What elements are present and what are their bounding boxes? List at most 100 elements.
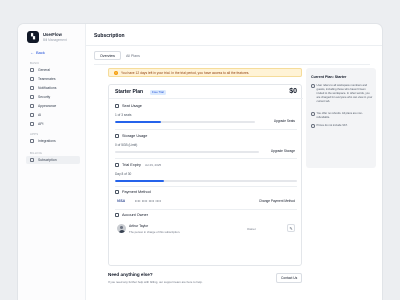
info-item: User refers to all workspace members and… xyxy=(311,84,373,104)
back-label: Back xyxy=(36,50,45,55)
sidebar-item-security[interactable]: Security xyxy=(26,93,80,101)
section-divider xyxy=(115,158,297,159)
warning-icon: ! xyxy=(114,70,118,75)
brand-name: UserFlow xyxy=(43,32,62,37)
help-title: Need anything else? xyxy=(108,272,153,277)
plan-price: $0 xyxy=(289,88,297,95)
sidebar-item-label: Integrations xyxy=(38,139,56,143)
visa-logo: VISA xyxy=(117,199,125,203)
users-icon xyxy=(30,77,34,81)
storage-usage-title: Storage Usage xyxy=(115,134,147,138)
storage-usage-label: Storage Usage xyxy=(122,134,148,138)
owner-description: The person in charge of this subscriptio… xyxy=(129,230,181,234)
plan-info-panel: Current Plan: Starter User refers to all… xyxy=(306,68,376,168)
tab-all-plans[interactable]: All Plans xyxy=(121,51,145,60)
seat-usage-bar xyxy=(115,121,255,123)
trial-expiry-date: Jul 29, 2025 xyxy=(144,163,162,167)
card-icon xyxy=(30,158,34,162)
sidebar-item-label: Appearance xyxy=(38,104,57,108)
brand-subtitle: Bill Management xyxy=(43,38,67,42)
code-icon xyxy=(30,122,34,126)
info-item: Prices do not include VAT. xyxy=(311,124,373,128)
change-payment-method-button[interactable]: Change Payment Method xyxy=(259,199,295,203)
sidebar-item-subscription[interactable]: Subscription xyxy=(26,156,80,164)
trial-expiry-bar-fill xyxy=(115,180,165,182)
sidebar-item-label: API xyxy=(38,122,44,126)
sidebar-item-integrations[interactable]: Integrations xyxy=(26,137,80,145)
pencil-icon: ✎ xyxy=(289,225,293,231)
plan-name: Starter Plan xyxy=(115,89,144,95)
seat-usage-bar-fill xyxy=(115,121,162,123)
section-divider xyxy=(115,129,297,130)
puzzle-icon xyxy=(30,139,34,143)
storage-usage-bar xyxy=(115,151,259,153)
card-number-masked: •••• •••• •••• •••• xyxy=(135,199,162,203)
account-owner-label: Account Owner xyxy=(122,213,148,217)
avatar xyxy=(117,224,126,233)
contact-us-button[interactable]: Contact Us xyxy=(276,273,303,283)
upgrade-storage-button[interactable]: Upgrade Storage xyxy=(271,149,295,153)
logo-mark-icon: ▚ xyxy=(31,33,35,40)
sidebar-item-label: General xyxy=(38,68,51,72)
info-icon xyxy=(311,124,315,128)
home-icon xyxy=(30,68,34,72)
seat-usage-title: Seat Usage xyxy=(115,104,142,108)
sparkle-icon xyxy=(30,113,34,117)
info-panel-title: Current Plan: Starter xyxy=(311,75,347,79)
shield-icon xyxy=(30,95,34,99)
database-icon xyxy=(115,134,119,138)
tab-overview[interactable]: Overview xyxy=(94,51,121,60)
upgrade-seats-button[interactable]: Upgrade Seats xyxy=(274,119,295,123)
sidebar-item-label: Notifications xyxy=(38,86,57,90)
trial-expiry-label: Trial Expiry xyxy=(122,163,141,167)
sidebar-item-notifications[interactable]: Notifications xyxy=(26,84,80,92)
nav-heading-basic: BASIC xyxy=(30,61,40,65)
calendar-icon xyxy=(115,163,119,167)
info-item-text: Prices do not include VAT. xyxy=(316,124,348,127)
info-item-text: You offer no refunds. All plans are non-… xyxy=(316,112,363,119)
sidebar-item-label: Subscription xyxy=(38,158,57,162)
trial-banner: ! You have 12 days left in your trial. I… xyxy=(108,68,302,77)
back-link[interactable]: ← Back xyxy=(30,50,45,55)
seat-usage-label: Seat Usage xyxy=(122,104,142,108)
users-icon xyxy=(115,104,119,108)
section-divider xyxy=(115,209,297,210)
arrow-left-icon: ← xyxy=(30,50,34,55)
sidebar-item-general[interactable]: General xyxy=(26,66,80,74)
storage-usage-value: 0 of 5GB (Limit) xyxy=(115,143,138,147)
section-divider xyxy=(115,186,297,187)
palette-icon xyxy=(30,104,34,108)
plan-header: Starter Plan Free Trial $0 xyxy=(109,85,303,99)
owner-name: Arthur Taylor xyxy=(129,224,149,228)
edit-owner-button[interactable]: ✎ xyxy=(287,224,295,232)
app-window: ▚ UserFlow Bill Management ← Back BASIC … xyxy=(18,24,382,300)
nav-heading-apps: APPS xyxy=(30,132,39,136)
logo: ▚ xyxy=(27,31,39,43)
brand[interactable]: ▚ UserFlow Bill Management xyxy=(27,31,67,43)
payment-method-label: Payment Method xyxy=(122,190,151,194)
header-divider xyxy=(86,45,382,46)
sidebar-item-ai[interactable]: AI xyxy=(26,111,80,119)
sidebar: ▚ UserFlow Bill Management ← Back BASIC … xyxy=(18,24,86,300)
info-item: You offer no refunds. All plans are non-… xyxy=(311,112,373,120)
credit-card-icon xyxy=(115,190,119,194)
user-icon xyxy=(115,213,119,217)
account-owner-title: Account Owner xyxy=(115,213,148,217)
main-content: Subscription Overview All Plans ! You ha… xyxy=(86,24,382,300)
tab-bar: Overview All Plans xyxy=(94,51,145,60)
payment-method-title: Payment Method xyxy=(115,190,151,194)
trial-expiry-value: Day 8 of 30 xyxy=(115,172,132,176)
sidebar-item-teammates[interactable]: Teammates xyxy=(26,75,80,83)
info-item-text: User refers to all workspace members and… xyxy=(316,84,373,103)
trial-expiry-bar xyxy=(115,180,297,182)
sidebar-item-appearance[interactable]: Appearance xyxy=(26,102,80,110)
bell-icon xyxy=(30,86,34,90)
trial-banner-text: You have 12 days left in your trial. In … xyxy=(121,70,250,75)
page-title: Subscription xyxy=(94,33,125,39)
plan-card: Starter Plan Free Trial $0 Seat Usage 1 … xyxy=(108,84,303,266)
tab-divider xyxy=(94,64,370,65)
owner-role: Owner xyxy=(247,227,256,231)
sidebar-item-label: Teammates xyxy=(38,77,56,81)
seat-usage-value: 1 of 3 seats xyxy=(115,113,132,117)
sidebar-item-api[interactable]: API xyxy=(26,120,80,128)
